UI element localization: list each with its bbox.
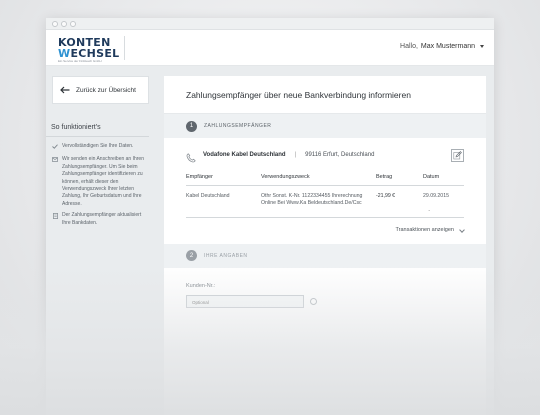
transaction-table: Empfänger Verwendungszweck Betrag Datum … xyxy=(186,174,464,208)
check-icon xyxy=(52,143,58,152)
logo-tagline: Ein Service der FinReach GmbH xyxy=(58,59,102,63)
app-header: KONTEN WECHSEL Ein Service der FinReach … xyxy=(46,30,494,66)
how-it-works-title: So funktioniert's xyxy=(51,124,101,131)
how-step-text: Wir senden ein Anschreiben an Ihren Zahl… xyxy=(62,156,144,207)
main-panel: Zahlungsempfänger über neue Bankverbindu… xyxy=(164,76,486,415)
customer-number-input[interactable] xyxy=(186,294,304,308)
how-step-1: Vervollständigen Sie Ihre Daten. xyxy=(52,143,149,152)
document-icon xyxy=(52,212,58,227)
minimize-window-button[interactable] xyxy=(61,20,67,27)
step-number-badge: 2 xyxy=(186,250,197,262)
window-titlebar xyxy=(46,18,494,30)
edit-icon[interactable] xyxy=(451,149,464,162)
payee-separator: | xyxy=(294,152,297,158)
maximize-window-button[interactable] xyxy=(70,20,76,27)
help-icon[interactable] xyxy=(310,297,317,305)
payee-name: Vodafone Kabel Deutschland xyxy=(203,152,286,158)
content-area: Zurück zur Übersicht So funktioniert's V… xyxy=(46,66,494,415)
section-header-your-details: 2 IHRE ANGABEN xyxy=(164,243,486,268)
cell-amount: -21,99 € xyxy=(376,193,396,199)
chevron-down-icon xyxy=(459,226,465,233)
close-window-button[interactable] xyxy=(52,20,58,27)
phone-icon xyxy=(186,150,196,163)
mail-icon xyxy=(52,156,58,208)
sidebar: Zurück zur Übersicht So funktioniert's V… xyxy=(46,76,149,231)
arrow-left-icon xyxy=(60,86,70,94)
back-label: Zurück zur Übersicht xyxy=(76,86,136,94)
section-label: ZAHLUNGSEMPFÄNGER xyxy=(204,123,272,129)
column-header-date: Datum xyxy=(423,174,464,186)
user-menu[interactable]: Hallo, Max Mustermann xyxy=(400,43,484,50)
how-step-text: Der Zahlungsempfänger aktualisiert Ihre … xyxy=(62,212,142,226)
step-number-badge: 1 xyxy=(186,120,197,132)
how-it-works-steps: Vervollständigen Sie Ihre Daten. Wir sen… xyxy=(52,143,149,227)
table-row[interactable]: Kabel Deutschland Othr Sonst. K-Nr. 1122… xyxy=(186,186,464,208)
chevron-down-icon xyxy=(480,45,484,48)
section-header-payee: 1 ZAHLUNGSEMPFÄNGER xyxy=(164,114,486,138)
how-step-3: Der Zahlungsempfänger aktualisiert Ihre … xyxy=(52,212,149,227)
sidebar-divider xyxy=(46,136,149,137)
kontenwechsel-logo[interactable]: KONTEN WECHSEL Ein Service der FinReach … xyxy=(58,37,119,63)
greeting: Hallo, xyxy=(400,43,418,50)
your-details-form: Kunden-Nr.: xyxy=(164,268,486,308)
customer-number-label: Kunden-Nr.: xyxy=(186,282,216,289)
show-transactions-link[interactable]: Transaktionen anzeigen xyxy=(164,218,486,244)
section-label: IHRE ANGABEN xyxy=(204,252,248,259)
row-marker: - xyxy=(428,207,430,214)
back-to-overview-button[interactable]: Zurück zur Übersicht xyxy=(52,76,149,104)
table-row-footer: - xyxy=(186,208,464,218)
logo-line2: WECHSEL xyxy=(58,48,119,59)
column-header-recipient: Empfänger xyxy=(186,174,261,186)
user-name: Max Mustermann xyxy=(420,43,475,50)
table-header-row: Empfänger Verwendungszweck Betrag Datum xyxy=(186,174,464,186)
payee-address: 99116 Erfurt, Deutschland xyxy=(305,152,375,158)
show-transactions-label: Transaktionen anzeigen xyxy=(395,226,454,233)
how-step-text: Vervollständigen Sie Ihre Daten. xyxy=(62,143,134,149)
how-step-2: Wir senden ein Anschreiben an Ihren Zahl… xyxy=(52,156,149,208)
page-title: Zahlungsempfänger über neue Bankverbindu… xyxy=(164,76,486,114)
cell-recipient: Kabel Deutschland xyxy=(186,193,230,199)
cell-date: 29.09.2015 xyxy=(423,193,449,199)
header-divider xyxy=(124,36,125,60)
customer-number-row xyxy=(186,294,464,308)
cell-purpose: Othr Sonst. K-Nr. 1122334455 Ihrerechnun… xyxy=(261,193,363,207)
column-header-purpose: Verwendungszweck xyxy=(261,174,376,186)
column-header-amount: Betrag xyxy=(376,174,423,186)
payee-info: Vodafone Kabel Deutschland | 99116 Erfur… xyxy=(164,138,486,172)
browser-window: KONTEN WECHSEL Ein Service der FinReach … xyxy=(46,18,494,415)
